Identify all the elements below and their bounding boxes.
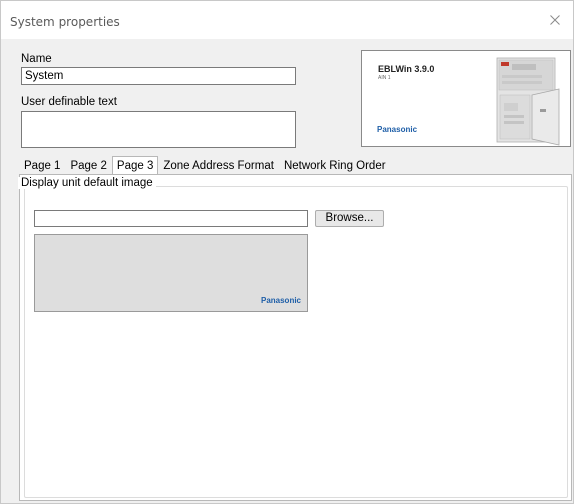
title-bar: System properties [1,1,573,39]
browse-button[interactable]: Browse... [315,210,384,227]
control-panel-image [496,57,560,146]
tab-page-1[interactable]: Page 1 [19,157,65,174]
user-text-input[interactable] [21,111,296,148]
close-icon [550,15,560,25]
system-properties-dialog: System properties Name System User defin… [0,0,574,504]
image-preview: Panasonic [34,234,308,312]
tab-page-3[interactable]: Page 3 [111,156,159,175]
tab-strip: Page 1 Page 2 Page 3 Zone Address Format… [19,156,391,175]
image-path-input[interactable] [34,210,308,227]
tab-page-2[interactable]: Page 2 [65,157,111,174]
preview-brand-logo: Panasonic [260,296,301,305]
close-button[interactable] [537,5,573,35]
display-unit-image-group [24,186,568,498]
window-title: System properties [10,15,120,29]
product-banner: EBLWin 3.9.0 AIN 1 Panasonic [361,50,571,147]
tab-zone-address-format[interactable]: Zone Address Format [158,157,279,174]
group-title: Display unit default image [18,177,156,189]
name-label: Name [21,53,52,65]
name-input[interactable]: System [21,67,296,85]
user-text-label: User definable text [21,96,117,108]
tab-network-ring-order[interactable]: Network Ring Order [279,157,391,174]
